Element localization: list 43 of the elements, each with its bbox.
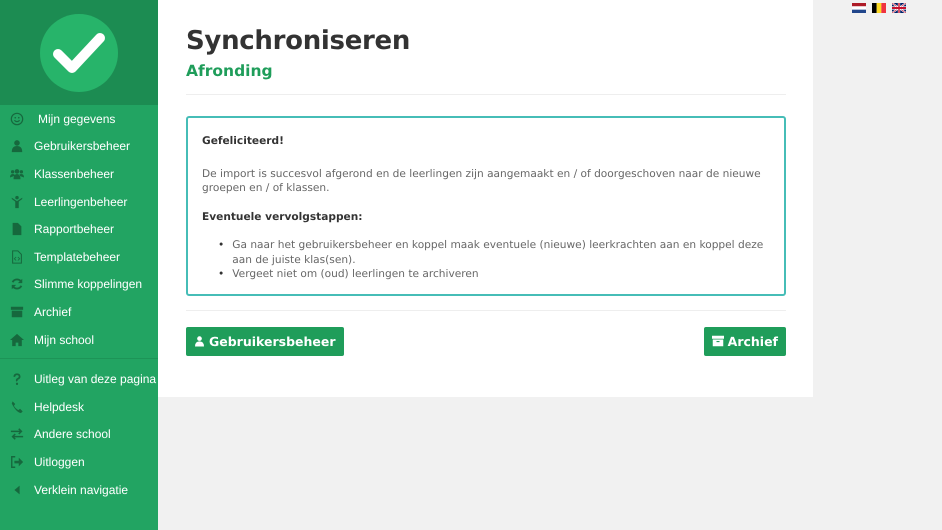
- bullet: •: [218, 267, 224, 282]
- user-icon: [10, 139, 24, 154]
- action-button[interactable]: Gebruikersbeheer: [186, 326, 344, 356]
- flag-icon: [872, 3, 886, 13]
- phone-icon: [10, 400, 24, 414]
- archive-icon: [10, 304, 24, 319]
- smiley-icon: [10, 112, 24, 126]
- nav-item[interactable]: Mijn school: [10, 326, 158, 354]
- archive-icon: [712, 335, 724, 347]
- step-item: Vergeet niet om (oud) leerlingen te archiveren: [232, 267, 479, 282]
- bullet: •: [218, 238, 224, 253]
- message-heading: Gefeliciteerd!: [202, 134, 285, 148]
- nav-item[interactable]: Klassenbeheer: [10, 160, 158, 188]
- nav-item[interactable]: Andere school: [10, 420, 158, 448]
- flag-icon: [892, 3, 906, 13]
- nav-item[interactable]: Templatebeheer: [10, 242, 158, 271]
- logout-icon: [10, 454, 24, 469]
- nav-item[interactable]: Gebruikersbeheer: [10, 132, 158, 160]
- nav-item[interactable]: Uitloggen: [10, 448, 158, 476]
- child-icon: [10, 194, 24, 209]
- users-icon: [10, 166, 24, 181]
- nav-item[interactable]: Leerlingenbeheer: [10, 188, 158, 216]
- nav-item[interactable]: Archief: [10, 298, 158, 326]
- message-text: De import is succesvol afgerond en de leerlingen zijn aangemaakt en / of doorgeschoven naar de nieuwe groepen en / of klassen.: [202, 166, 762, 196]
- code-file-icon: [10, 250, 24, 264]
- step-item: Ga naar het gebruikersbeheer en koppel maak eventuele (nieuwe) leerkrachten aan en koppel deze aan de juiste klas(sen).: [232, 238, 764, 267]
- user-icon: [194, 335, 205, 347]
- refresh-icon: [10, 277, 24, 292]
- file-icon: [10, 222, 24, 236]
- nav-item[interactable]: Rapportbeheer: [10, 215, 158, 243]
- steps-heading: Eventuele vervolgstappen:: [202, 210, 364, 224]
- nav-item[interactable]: Slimme koppelingen: [10, 270, 158, 298]
- action-button[interactable]: Archief: [704, 326, 786, 356]
- nav-item[interactable]: Helpdesk: [10, 392, 158, 421]
- nav-item[interactable]: Mijn gegevens: [10, 105, 158, 133]
- page-subtitle: Afronding: [186, 62, 274, 80]
- home-icon: [10, 332, 24, 347]
- checkmark-logo-icon: [40, 14, 118, 92]
- page-title: Synchroniseren: [186, 26, 412, 56]
- flag-icon: [852, 3, 866, 13]
- nav-item[interactable]: Verklein navigatie: [10, 476, 158, 504]
- nav-item[interactable]: Uitleg van deze pagina: [10, 365, 158, 393]
- swap-arrows-icon: [10, 427, 24, 442]
